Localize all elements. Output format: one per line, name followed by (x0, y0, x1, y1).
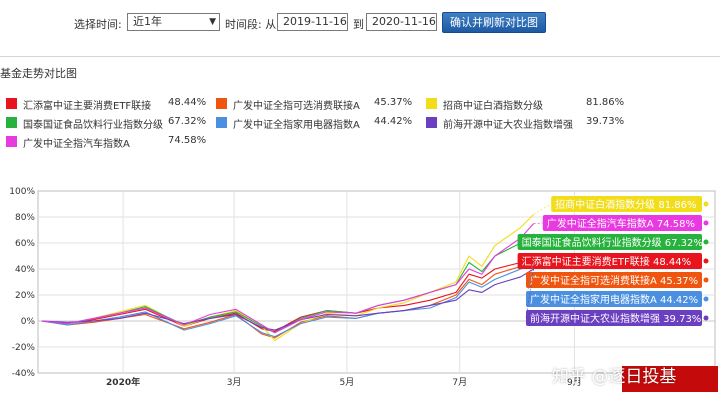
end-label-text: 广发中证全指汽车指数A 74.58% (547, 217, 695, 230)
end-marker (703, 296, 709, 302)
start-date-input[interactable]: 2019-11-16 (277, 13, 348, 31)
period-select-value: 近1年 (133, 15, 162, 28)
chart-panel: 基金走势对比图 汇添富中证主要消费ETF联接 48.44% 广发中证全指可选消费联接… (0, 56, 720, 407)
x-tick-label: 3月 (227, 377, 242, 388)
y-tick-label: 40% (15, 265, 35, 275)
y-tick-label: 100% (9, 187, 35, 197)
y-tick-label: -40% (12, 369, 36, 379)
x-tick-label: 2020年 (106, 376, 140, 388)
end-date-input[interactable]: 2020-11-16 (366, 13, 437, 31)
to-label: 到 (353, 18, 364, 31)
end-marker (703, 220, 709, 226)
confirm-refresh-button[interactable]: 确认并刷新对比图 (442, 12, 546, 33)
end-label-text: 前海开源中证大农业指数增强 39.73% (530, 312, 701, 325)
chart-plot: -40%-20%0%20%40%60%80%100%2020年 3月 5月 7月 9月招… (9, 187, 716, 388)
control-bar: 选择时间: 近1年 ▼ 时间段: 从 2019-11-16 到 2020-11-… (0, 0, 720, 48)
end-label-text: 招商中证白酒指数分级 81.86% (555, 198, 696, 211)
chevron-down-icon: ▼ (209, 17, 216, 27)
x-tick-label: 7月 (452, 377, 467, 388)
watermark-text: 知乎 @逐日投基 (552, 367, 677, 387)
y-tick-label: -20% (12, 343, 36, 353)
y-tick-label: 0% (21, 317, 36, 327)
y-tick-label: 80% (15, 213, 35, 223)
x-tick-label: 5月 (340, 377, 355, 388)
end-marker (703, 258, 709, 264)
y-tick-label: 20% (15, 291, 35, 301)
end-label-text: 广发中证全指家用电器指数A 44.42% (530, 293, 698, 306)
y-tick-label: 60% (15, 239, 35, 249)
period-select[interactable]: 近1年 ▼ (127, 13, 220, 31)
end-label-text: 汇添富中证主要消费ETF联接 48.44% (522, 255, 692, 268)
end-label-text: 国泰国证食品饮料行业指数分级 67.32% (522, 236, 703, 249)
end-marker (703, 239, 709, 245)
end-marker (703, 315, 709, 321)
end-label-text: 广发中证全指可选消费联接A 45.37% (530, 274, 698, 287)
time-label: 选择时间: (74, 18, 122, 31)
end-marker (703, 201, 709, 207)
end-marker (703, 277, 709, 283)
range-label: 时间段: 从 (225, 18, 277, 31)
